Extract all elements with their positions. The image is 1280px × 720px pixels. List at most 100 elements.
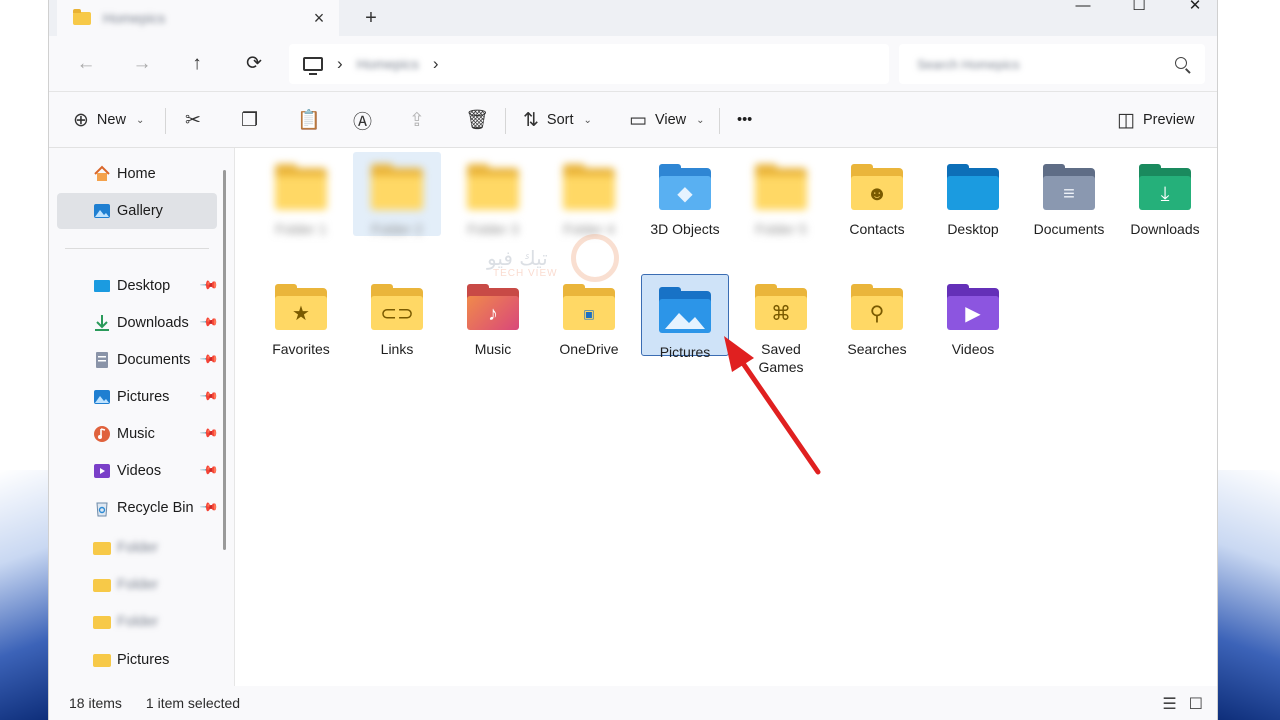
sidebar-item-label: Folder [117, 540, 159, 556]
preview-pane-button[interactable]: ◫ Preview [1117, 106, 1195, 134]
folder-label: Favorites [272, 341, 330, 357]
sidebar-item-music[interactable]: Music 📌 [57, 416, 220, 452]
sidebar-item-documents[interactable]: Documents 📌 [57, 342, 220, 378]
more-options-button[interactable]: ••• [737, 106, 752, 134]
folder-videos[interactable]: ▶ Videos [929, 272, 1017, 357]
new-label: New [96, 112, 126, 128]
cube-icon: ◆ [659, 164, 711, 212]
search-box[interactable]: Search Homepics [899, 44, 1205, 84]
sidebar-item-pictures-folder[interactable]: Pictures [57, 642, 217, 678]
sidebar-item-home[interactable]: Home [57, 156, 217, 192]
folder-links[interactable]: ⊂⊃ Links [353, 272, 441, 357]
videos-icon [94, 464, 110, 478]
sidebar-item-videos[interactable]: Videos 📌 [57, 453, 220, 489]
new-button[interactable]: ⊕ New ⌄ [73, 106, 144, 134]
maximize-button[interactable]: ☐ [1111, 0, 1167, 30]
videos-folder-icon: ▶ [947, 284, 999, 332]
cut-button[interactable]: ✂ [185, 106, 201, 134]
folder-icon [93, 542, 111, 555]
view-button[interactable]: ▭ View ⌄ [629, 106, 705, 134]
this-pc-icon[interactable] [303, 57, 323, 75]
chevron-down-icon: ⌄ [135, 114, 145, 126]
sidebar-item-label: Recycle Bin [117, 500, 194, 516]
pictures-folder-icon [659, 287, 711, 335]
watermark-subtext: TECH VIEW [493, 268, 558, 279]
chevron-right-icon[interactable]: › [337, 54, 343, 74]
sidebar-item-label: Pictures [117, 389, 170, 405]
folder-label: Documents [1033, 221, 1105, 237]
sidebar-item-label: Pictures [117, 652, 170, 668]
folder-onedrive[interactable]: ▣ OneDrive [545, 272, 633, 357]
minimize-button[interactable]: — [1055, 0, 1111, 30]
music-icon [94, 426, 110, 442]
sidebar-item-downloads[interactable]: Downloads 📌 [57, 305, 220, 341]
folder-favorites[interactable]: ★ Favorites [257, 272, 345, 357]
folder-label: Searches [847, 341, 907, 357]
desktop-wallpaper-left [0, 0, 48, 720]
folder-downloads[interactable]: ⤓ Downloads [1121, 152, 1209, 237]
title-bar: Homepics × + — ☐ ✕ [49, 0, 1217, 36]
preview-label: Preview [1142, 112, 1195, 128]
music-folder-icon: ♪ [467, 284, 519, 332]
new-tab-button[interactable]: + [359, 6, 383, 30]
folder-icon [467, 164, 519, 212]
sidebar-item-recycle-bin[interactable]: Recycle Bin 📌 [57, 490, 220, 526]
refresh-button[interactable]: ⟳ [239, 50, 269, 80]
tab-homepics[interactable]: Homepics × [57, 0, 339, 36]
star-icon: ★ [275, 284, 327, 332]
sidebar-item-folder[interactable]: Folder [57, 567, 217, 603]
rename-icon: Ⓐ [353, 111, 373, 133]
sidebar-divider [65, 248, 209, 249]
pin-icon: 📌 [199, 496, 220, 518]
desktop-icon [94, 280, 110, 292]
rename-button[interactable]: Ⓐ [353, 106, 372, 134]
sidebar-item-label: Downloads [117, 315, 189, 331]
sidebar-item-pictures[interactable]: Pictures 📌 [57, 379, 220, 415]
sort-button[interactable]: ⇅ Sort ⌄ [523, 106, 592, 134]
sidebar-item-folder[interactable]: Folder [57, 604, 217, 640]
delete-button[interactable]: 🗑 [465, 106, 489, 134]
sidebar-item-label: Gallery [117, 203, 163, 219]
folder-item[interactable]: Folder 1 [257, 152, 345, 256]
scissors-icon: ✂ [185, 109, 201, 131]
folder-3d-objects[interactable]: ◆ 3D Objects [641, 152, 729, 237]
sort-label: Sort [546, 112, 574, 128]
chevron-right-icon[interactable]: › [433, 54, 439, 74]
forward-button[interactable]: → [127, 50, 157, 80]
folder-searches[interactable]: ⚲ Searches [833, 272, 921, 357]
back-button[interactable]: ← [71, 50, 101, 80]
gallery-icon [94, 204, 110, 218]
paste-button[interactable]: 📋 [297, 106, 321, 134]
close-window-button[interactable]: ✕ [1167, 0, 1217, 30]
folder-label: Saved Games [758, 341, 804, 375]
sidebar-item-desktop[interactable]: Desktop 📌 [57, 268, 220, 304]
status-bar: 18 items 1 item selected ☰ ☐ [49, 686, 1217, 720]
sidebar-item-gallery[interactable]: Gallery [57, 193, 217, 229]
tab-close-button[interactable]: × [309, 8, 329, 28]
folder-icon [93, 654, 111, 667]
preview-pane-icon: ◫ [1117, 109, 1135, 131]
folder-desktop[interactable]: Desktop [929, 152, 1017, 237]
folder-music[interactable]: ♪ Music [449, 272, 537, 357]
folder-item[interactable]: Folder 4 [545, 152, 633, 237]
sidebar-item-label: Documents [117, 352, 191, 368]
search-folder-icon: ⚲ [851, 284, 903, 332]
address-bar[interactable]: › Homepics › [289, 44, 889, 84]
folder-item[interactable]: Folder 2 [353, 152, 441, 237]
details-view-icon[interactable]: ☰ [1162, 694, 1176, 714]
folder-contacts[interactable]: ☻ Contacts [833, 152, 921, 237]
sidebar-item-folder[interactable]: Folder [57, 530, 217, 566]
pin-icon: 📌 [199, 459, 220, 481]
folder-pictures[interactable]: Pictures [641, 274, 729, 360]
item-count: 18 items [69, 695, 122, 711]
folder-item[interactable]: Folder 5 [737, 152, 825, 237]
large-icons-view-icon[interactable]: ☐ [1189, 694, 1203, 714]
folder-documents[interactable]: ≡ Documents [1025, 152, 1113, 237]
up-button[interactable]: ↑ [182, 50, 212, 80]
breadcrumb-current[interactable]: Homepics [357, 56, 419, 72]
share-button[interactable]: ⇪ [409, 106, 425, 134]
sidebar-scrollbar[interactable] [223, 170, 226, 550]
folder-saved-games[interactable]: ⌘ Saved Games [737, 272, 825, 375]
pin-icon: 📌 [199, 385, 220, 407]
copy-button[interactable]: ❐ [241, 106, 258, 134]
